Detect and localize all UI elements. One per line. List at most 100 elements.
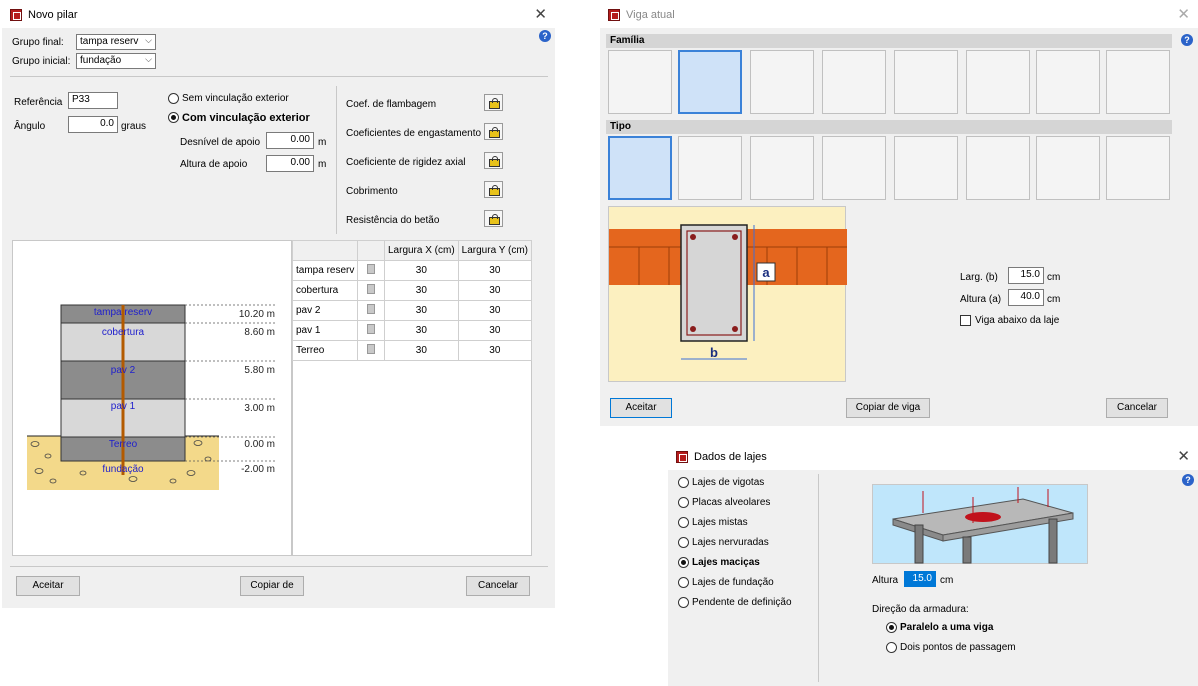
altura-apoio-label: Altura de apoio (180, 159, 248, 170)
cancelar-button[interactable]: Cancelar (1106, 398, 1168, 418)
altura-input[interactable]: 15.0 (904, 571, 936, 587)
angulo-unit: graus (121, 121, 147, 132)
table-row[interactable]: Terreo 30 30 (291, 340, 533, 361)
help-icon[interactable]: ? (539, 30, 551, 42)
altura-apoio-input[interactable]: 0.00 (266, 155, 314, 172)
angulo-input[interactable]: 0.0 (68, 116, 118, 133)
window-novo-pilar: Novo pilar ✕ ? Grupo final: tampa reserv… (2, 2, 555, 608)
familia-thumb-8[interactable] (1106, 50, 1170, 114)
title-bar: Viga atual ✕ (600, 2, 1198, 28)
familia-thumb-7[interactable] (1036, 50, 1100, 114)
dois-pontos-label: Dois pontos de passagem (900, 642, 1016, 653)
radio-com-label: Com vinculação exterior (182, 112, 310, 124)
edit-rigidez-button[interactable] (484, 152, 503, 169)
load-area (965, 512, 1001, 522)
altura-label: Altura (a) (960, 294, 1002, 305)
option-placas-alveolares-radio[interactable] (678, 497, 689, 508)
edit-resistencia-button[interactable] (484, 210, 503, 227)
row-y[interactable]: 30 (457, 340, 533, 361)
copiar-de-viga-button[interactable]: Copiar de viga (846, 398, 930, 418)
largura-input[interactable]: 15.0 (1008, 267, 1044, 284)
column-diagram-svg: tampa reserv cobertura pav 2 pav 1 Terre… (27, 304, 275, 490)
familia-thumb-4[interactable] (822, 50, 886, 114)
aceitar-button[interactable]: Aceitar (16, 576, 80, 596)
row-name: cobertura (291, 280, 359, 301)
beam-section (680, 224, 748, 342)
row-y[interactable]: 30 (457, 300, 533, 321)
familia-thumb-3[interactable] (750, 50, 814, 114)
tipo-thumb-5[interactable] (894, 136, 958, 200)
app-icon (608, 9, 620, 21)
close-icon[interactable]: ✕ (1177, 447, 1190, 465)
tipo-thumb-7[interactable] (1036, 136, 1100, 200)
dimensions-table: Largura X (cm) Largura Y (cm) tampa rese… (291, 240, 533, 361)
table-header: Largura Y (cm) (457, 240, 533, 261)
help-icon[interactable]: ? (1181, 34, 1193, 46)
familia-thumb-2[interactable] (678, 50, 742, 114)
level-name-5: fundação (102, 464, 144, 475)
altura-input[interactable]: 40.0 (1008, 289, 1044, 306)
radio-sem-vinculacao[interactable] (168, 93, 179, 104)
paralelo-viga-radio[interactable] (886, 622, 897, 633)
tipo-thumb-1[interactable] (608, 136, 672, 200)
prop-label-2: Coeficiente de rigidez axial (346, 157, 466, 168)
option-pendente-radio[interactable] (678, 597, 689, 608)
row-y[interactable]: 30 (457, 280, 533, 301)
option-lajes-de-fundacao-radio[interactable] (678, 577, 689, 588)
option-lajes-mistas-radio[interactable] (678, 517, 689, 528)
familia-thumb-1[interactable] (608, 50, 672, 114)
row-x[interactable]: 30 (383, 300, 459, 321)
row-x[interactable]: 30 (383, 320, 459, 341)
referencia-input[interactable]: P33 (68, 92, 118, 109)
tipo-thumb-6[interactable] (966, 136, 1030, 200)
grupo-inicial-select[interactable]: fundação ⌵ (76, 53, 156, 69)
table-row[interactable]: pav 1 30 30 (291, 320, 533, 341)
level-name-2: pav 2 (111, 365, 136, 376)
tipo-thumb-3[interactable] (750, 136, 814, 200)
row-x[interactable]: 30 (383, 280, 459, 301)
window-title: Novo pilar (28, 9, 78, 21)
grupo-final-select[interactable]: tampa reserv ⌵ (76, 34, 156, 50)
close-icon[interactable]: ✕ (534, 5, 547, 23)
viga-abaixo-checkbox[interactable] (960, 315, 971, 326)
row-swatch (357, 340, 385, 361)
dois-pontos-radio[interactable] (886, 642, 897, 653)
desnivel-label: Desnível de apoio (180, 137, 261, 148)
row-x[interactable]: 30 (383, 340, 459, 361)
aceitar-button[interactable]: Aceitar (610, 398, 672, 418)
radio-com-vinculacao[interactable] (168, 112, 179, 123)
window-title: Viga atual (626, 9, 675, 21)
tipo-thumb-4[interactable] (822, 136, 886, 200)
option-label: Placas alveolares (692, 497, 771, 508)
vertical-divider (336, 86, 337, 234)
desnivel-input[interactable]: 0.00 (266, 132, 314, 149)
title-bar: Dados de lajes ✕ (668, 444, 1198, 470)
row-y[interactable]: 30 (457, 260, 533, 281)
row-swatch (357, 280, 385, 301)
chevron-down-icon: ⌵ (145, 35, 152, 45)
option-lajes-de-vigotas-radio[interactable] (678, 477, 689, 488)
option-lajes-macicas-radio[interactable] (678, 557, 689, 568)
edit-engastamento-button[interactable] (484, 123, 503, 140)
familia-thumb-6[interactable] (966, 50, 1030, 114)
tipo-thumb-8[interactable] (1106, 136, 1170, 200)
familia-thumb-5[interactable] (894, 50, 958, 114)
option-lajes-nervuradas-radio[interactable] (678, 537, 689, 548)
level-elev-0: 10.20 m (239, 309, 275, 320)
table-row[interactable]: tampa reserv 30 30 (291, 260, 533, 281)
cancelar-button[interactable]: Cancelar (466, 576, 530, 596)
edit-cobrimento-button[interactable] (484, 181, 503, 198)
row-y[interactable]: 30 (457, 320, 533, 341)
slab-illustration-svg (892, 487, 1074, 564)
tipo-thumb-2[interactable] (678, 136, 742, 200)
row-x[interactable]: 30 (383, 260, 459, 281)
direcao-label: Direção da armadura: (872, 604, 969, 615)
close-icon[interactable]: ✕ (1177, 5, 1190, 23)
edit-flambagem-button[interactable] (484, 94, 503, 111)
app-icon (10, 9, 22, 21)
copiar-de-button[interactable]: Copiar de (240, 576, 304, 596)
dim-b-label: b (710, 345, 718, 360)
table-row[interactable]: cobertura 30 30 (291, 280, 533, 301)
table-row[interactable]: pav 2 30 30 (291, 300, 533, 321)
help-icon[interactable]: ? (1182, 474, 1194, 486)
